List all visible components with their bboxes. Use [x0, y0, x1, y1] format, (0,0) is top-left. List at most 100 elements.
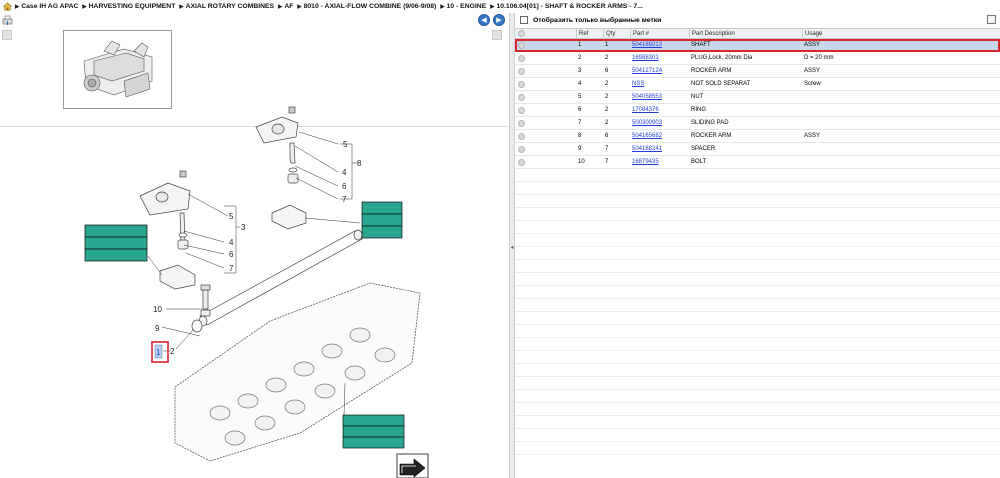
row-status-icon[interactable]: [518, 55, 525, 62]
table-row[interactable]: 8 6 504165682 ROCKER ARM ASSY: [515, 130, 1000, 143]
empty-row: [515, 208, 1000, 221]
breadcrumb-item[interactable]: ▶ AXIAL ROTARY COMBINES: [179, 3, 274, 10]
empty-row: [515, 221, 1000, 234]
usage-cell: ASSY: [804, 133, 821, 139]
list-options-icon[interactable]: [987, 15, 996, 24]
table-row[interactable]: 1 1 504189213 SHAFT ASSY: [515, 39, 1000, 52]
qty-cell: 2: [605, 81, 609, 87]
breadcrumb-label: 10 - ENGINE: [446, 3, 487, 11]
part-number-link[interactable]: 500300903: [630, 117, 662, 130]
breadcrumb-item[interactable]: ▶ AF: [278, 3, 293, 10]
parts-list-panel: Отобразить только выбранные метки Ref Qty…: [515, 13, 1000, 478]
row-status-icon[interactable]: [518, 120, 525, 127]
callout-9[interactable]: 9: [155, 324, 160, 333]
usage-cell: Screw: [804, 81, 821, 87]
empty-row: [515, 234, 1000, 247]
table-row[interactable]: 7 2 500300903 SLIDING PAD: [515, 117, 1000, 130]
description-cell: RING: [691, 107, 706, 113]
ref-cell: 9: [578, 146, 582, 152]
show-selected-only-checkbox[interactable]: [520, 16, 528, 24]
empty-row: [515, 416, 1000, 429]
callout-8[interactable]: 8: [357, 159, 362, 168]
row-status-icon[interactable]: [518, 68, 525, 75]
callout-7-right[interactable]: 7: [342, 195, 347, 204]
filter-bar: Отобразить только выбранные метки: [515, 13, 1000, 27]
empty-row: [515, 364, 1000, 377]
description-cell: SLIDING PAD: [691, 120, 729, 126]
splitter-grip-icon[interactable]: ◂: [510, 243, 514, 253]
row-status-icon[interactable]: [518, 107, 525, 114]
callout-3[interactable]: 3: [241, 223, 246, 232]
breadcrumb-label: AF: [284, 3, 294, 11]
table-row[interactable]: 10 7 16879435 BOLT: [515, 156, 1000, 169]
table-row[interactable]: 3 6 504127124 ROCKER ARM ASSY: [515, 65, 1000, 78]
breadcrumb-item[interactable]: ▶ 10.106.04[01] - SHAFT & ROCKER ARMS - 7…: [490, 3, 643, 10]
ref-cell: 1: [578, 42, 582, 48]
table-row[interactable]: 9 7 504188241 SPACER: [515, 143, 1000, 156]
description-cell: NUT: [691, 94, 704, 100]
callout-6-right[interactable]: 6: [342, 182, 347, 191]
part-number-link[interactable]: NSS: [630, 78, 644, 91]
row-status-icon[interactable]: [518, 42, 525, 49]
usage-cell: D = 20 mm: [804, 55, 834, 61]
table-row[interactable]: 6 2 17084376 RING: [515, 104, 1000, 117]
qty-cell: 1: [605, 42, 609, 48]
empty-row: [515, 286, 1000, 299]
table-row[interactable]: 4 2 NSS NOT SOLD SEPARAT Screw: [515, 78, 1000, 91]
empty-row: [515, 377, 1000, 390]
part-number-link[interactable]: 16879435: [630, 156, 659, 169]
row-status-icon[interactable]: [518, 146, 525, 153]
callout-4-right[interactable]: 4: [342, 168, 347, 177]
callout-5-left[interactable]: 5: [229, 212, 234, 221]
breadcrumb-arrow-icon: ▶: [297, 3, 302, 10]
export-arrow-icon[interactable]: [396, 453, 429, 478]
callout-6-left[interactable]: 6: [229, 250, 234, 259]
callout-2[interactable]: 2: [170, 347, 175, 356]
empty-row: [515, 351, 1000, 364]
row-status-icon[interactable]: [518, 159, 525, 166]
callout-4-left[interactable]: 4: [229, 238, 234, 247]
description-cell: NOT SOLD SEPARAT: [691, 81, 751, 87]
empty-row: [515, 429, 1000, 442]
breadcrumb-item[interactable]: ▶ Case IH AG APAC: [15, 3, 78, 10]
qty-cell: 6: [605, 133, 609, 139]
breadcrumb-label: 8010 - AXIAL-FLOW COMBINE (9/06-9/08): [303, 3, 437, 11]
ref-cell: 10: [578, 159, 585, 165]
empty-row: [515, 299, 1000, 312]
breadcrumb: ▶ Case IH AG APAC ▶ HARVESTING EQUIPMENT ▶ AX…: [0, 0, 1000, 13]
empty-row: [515, 325, 1000, 338]
breadcrumb-items: ▶ Case IH AG APAC ▶ HARVESTING EQUIPMENT ▶ AX…: [15, 3, 647, 10]
empty-row: [515, 442, 1000, 455]
diagram-panel: ◀ ▶ 5 8 4 6 7 5 3 4 6 7 10 9 2 1: [0, 13, 509, 478]
row-status-icon[interactable]: [518, 81, 525, 88]
table-row[interactable]: 2 2 16988301 PLUG,Lock, 20mm Dia D = 20 mm: [515, 52, 1000, 65]
row-status-icon[interactable]: [518, 133, 525, 140]
part-number-link[interactable]: 504188241: [630, 143, 662, 156]
breadcrumb-item[interactable]: ▶ HARVESTING EQUIPMENT: [82, 3, 175, 10]
callout-7-left[interactable]: 7: [229, 264, 234, 273]
callout-10[interactable]: 10: [153, 305, 162, 314]
home-icon[interactable]: [3, 2, 12, 11]
part-number-link[interactable]: 504127124: [630, 65, 662, 78]
usage-cell: [802, 143, 804, 156]
ref-cell: 5: [578, 94, 582, 100]
ref-cell: 3: [578, 68, 582, 74]
table-row[interactable]: 5 2 504058553 NUT: [515, 91, 1000, 104]
part-number-link[interactable]: 17084376: [630, 104, 659, 117]
breadcrumb-item[interactable]: ▶ 8010 - AXIAL-FLOW COMBINE (9/06-9/08): [297, 3, 436, 10]
callout-1[interactable]: 1: [156, 348, 161, 357]
empty-row: [515, 312, 1000, 325]
part-number-link[interactable]: 504165682: [630, 130, 662, 143]
app-window: ▶ Case IH AG APAC ▶ HARVESTING EQUIPMENT ▶ AX…: [0, 0, 1000, 478]
breadcrumb-item[interactable]: ▶ 10 - ENGINE: [440, 3, 486, 10]
description-cell: ROCKER ARM: [691, 68, 732, 74]
breadcrumb-arrow-icon: ▶: [278, 3, 283, 10]
description-cell: SPACER: [691, 146, 716, 152]
row-status-icon[interactable]: [518, 94, 525, 101]
part-number-link[interactable]: 16988301: [630, 52, 659, 65]
part-number-link[interactable]: 504189213: [630, 39, 662, 52]
callout-5-right[interactable]: 5: [343, 140, 348, 149]
empty-row: [515, 247, 1000, 260]
table-header: Ref Qty Part # Part Description Usage: [515, 28, 1000, 40]
part-number-link[interactable]: 504058553: [630, 91, 662, 104]
